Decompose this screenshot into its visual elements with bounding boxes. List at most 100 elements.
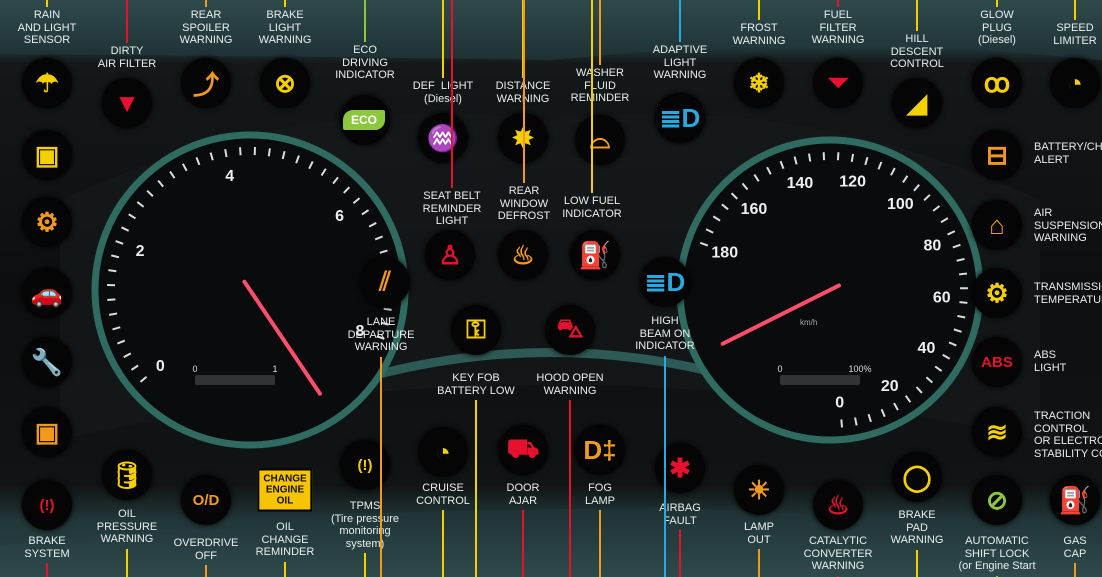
engine-icon: ▣	[22, 407, 72, 457]
air-suspension-warning-label: AIR SUSPENSION WARNING	[1034, 207, 1102, 244]
speedometer-tick	[840, 419, 844, 428]
def-light-label: DEF LIGHT (Diesel)	[412, 80, 474, 105]
speedometer-tick-label: 160	[741, 201, 768, 218]
lane-departure-warning-label: LANE DEPARTURE WARNING	[347, 316, 415, 353]
leader-line	[679, 530, 681, 577]
snowflake-road-icon: ❄	[734, 58, 784, 108]
traction-control-icon: ≋	[972, 407, 1022, 457]
bulb-icon: ☀	[734, 465, 784, 515]
leader-line	[284, 561, 286, 577]
leader-line	[679, 0, 681, 42]
lane-departure-icon: ⫽	[360, 257, 410, 307]
leader-line	[837, 0, 839, 7]
fuel-pump-icon: ⛽	[570, 230, 620, 280]
brake-system-icon: (!)	[22, 480, 72, 530]
rear-window-defrost-label: REAR WINDOW DEFROST	[497, 185, 551, 222]
speed-limiter-label: SPEED LIMITER	[1053, 22, 1097, 47]
def-fluid-icon: ♒	[418, 113, 468, 163]
speedometer-tick-label: 120	[839, 173, 866, 190]
car-wrench-icon: 🔧	[22, 337, 72, 387]
change-engine-oil-icon: CHANGE ENGINE OIL	[257, 468, 313, 512]
tachometer-tick	[383, 307, 392, 311]
brake-light-warning-label: BRAKE LIGHT WARNING	[258, 9, 312, 46]
battery-charge-alert-label: BATTERY/CHA ALERT	[1034, 141, 1102, 166]
fuel-filter-warning-label: FUEL FILTER WARNING	[811, 9, 865, 46]
lamp-out-label: LAMP OUT	[744, 521, 774, 546]
automatic-shift-lock-label: AUTOMATIC SHIFT LOCK (or Engine Start	[958, 535, 1036, 572]
brake-system-label: BRAKE SYSTEM	[24, 535, 70, 560]
leader-line	[364, 553, 366, 577]
speedometer-tick	[850, 153, 855, 162]
brake-light-icon: ⊗	[260, 58, 310, 108]
tachometer-tick-label: 0	[156, 358, 165, 375]
overdrive-off-label: OVERDRIVE OFF	[173, 537, 239, 562]
adaptive-light-icon: ≣D	[655, 93, 705, 143]
rain-light-sensor-label: RAIN AND LIGHT SENSOR	[17, 9, 77, 46]
seat-belt-icon: ♙	[425, 230, 475, 280]
leader-line	[380, 356, 382, 577]
air-suspension-icon: ⌂	[972, 200, 1022, 250]
tachometer-tick-label: 2	[136, 243, 145, 260]
tachometer-tick-label: 4	[225, 168, 234, 185]
key-fob-icon: ⚿	[451, 305, 501, 355]
oil-pressure-warning-label: OIL PRESSURE WARNING	[96, 508, 158, 545]
leader-line	[205, 0, 207, 7]
speedometer-fuel-label: 100%	[848, 364, 871, 374]
high-beam-icon: ≣D	[640, 257, 690, 307]
leader-line	[523, 0, 525, 183]
low-fuel-indicator-label: LOW FUEL INDICATOR	[562, 195, 622, 220]
abs-icon: ABS	[972, 337, 1022, 387]
rear-defrost-icon: ♨	[498, 230, 548, 280]
tpms-label: TPMS (Tire pressure monitoring system)	[330, 500, 400, 550]
leader-line	[591, 0, 593, 193]
leader-line	[758, 549, 760, 577]
leader-line	[599, 0, 601, 65]
rear-spoiler-warning-label: REAR SPOILER WARNING	[179, 9, 233, 46]
gas-cap-icon: ⛽	[1050, 475, 1100, 525]
gear-warning-icon: ⚙	[22, 197, 72, 247]
door-ajar-label: DOOR AJAR	[506, 482, 540, 507]
leader-line	[364, 0, 366, 42]
brake-pad-icon: ◯	[892, 452, 942, 502]
tachometer-fuel-label: 0	[192, 364, 197, 374]
tachometer-tick	[108, 312, 118, 316]
rain-light-sensor-icon: ☂	[22, 58, 72, 108]
leader-line	[996, 0, 998, 7]
tachometer-tick	[224, 148, 228, 158]
tachometer-tick	[239, 147, 242, 156]
leader-line	[599, 510, 601, 577]
leader-line	[758, 0, 760, 20]
oil-change-reminder-label: OIL CHANGE REMINDER	[255, 521, 315, 558]
speedometer-tick-label: 60	[933, 290, 951, 307]
car-key-icon: 🚗	[22, 268, 72, 318]
speedometer-tick	[959, 301, 968, 304]
eco-driving-indicator-label: ECO DRIVING INDICATOR	[335, 44, 395, 81]
speed-unit: km/h	[800, 318, 817, 327]
adaptive-light-warning-label: ADAPTIVE LIGHT WARNING	[652, 44, 708, 81]
glow-plug-label: GLOW PLUG (Diesel)	[978, 9, 1016, 46]
leader-line	[284, 0, 286, 7]
frost-warning-label: FROST WARNING	[732, 22, 786, 47]
washer-fluid-reminder-label: WASHER FLUID REMINDER	[570, 67, 630, 104]
cruise-control-label: CRUISE CONTROL	[416, 482, 470, 507]
transmission-temperature-label: TRANSMISSIO TEMPERATUR	[1034, 281, 1102, 306]
speedometer-tick-label: 100	[887, 196, 914, 213]
cruise-control-icon: ◔	[418, 427, 468, 477]
leader-line	[46, 0, 48, 7]
speedometer-tick-label: 20	[881, 378, 899, 395]
tachometer-tick-label: 6	[335, 208, 344, 225]
leader-line	[475, 400, 477, 577]
rear-spoiler-icon: ⤴	[181, 58, 231, 108]
battery-icon: ⊟	[972, 130, 1022, 180]
shift-lock-icon: ⊘	[972, 475, 1022, 525]
speedometer-tick-label: 0	[835, 395, 844, 412]
speedometer-tick-label: 80	[924, 238, 942, 255]
leader-line	[46, 563, 48, 577]
catalytic-converter-warning-label: CATALYTIC CONVERTER WARNING	[803, 535, 873, 572]
leader-line	[126, 548, 128, 577]
abs-light-label: ABS LIGHT	[1034, 349, 1067, 374]
key-fob-battery-low-label: KEY FOB BATTERY LOW	[437, 372, 515, 397]
hill-descent-icon: ◢	[892, 78, 942, 128]
eco-leaf-badge: ECO	[343, 110, 385, 130]
airbag-icon: ✱	[655, 443, 705, 493]
